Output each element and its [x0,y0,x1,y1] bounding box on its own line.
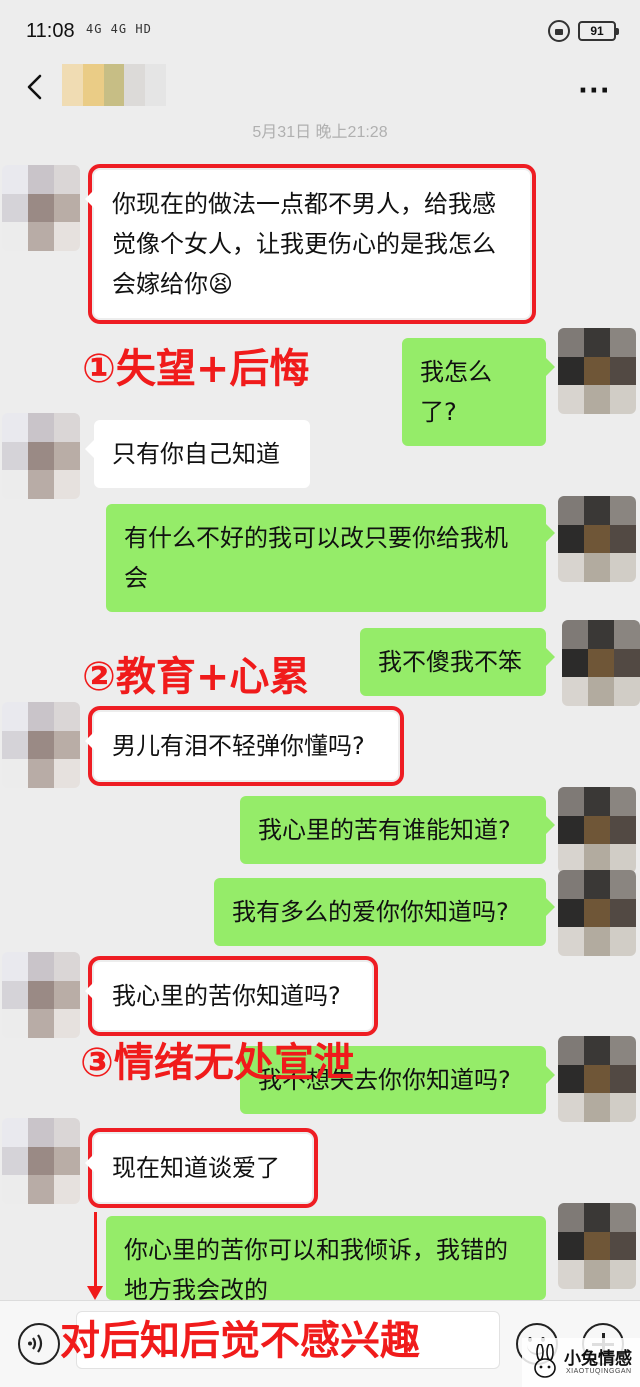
message-bubble-sent[interactable]: 我心里的苦有谁能知道? [240,796,555,864]
status-bar: 11:08 4G 4G HD 91 [0,0,640,64]
message-bubble-received[interactable]: 你现在的做法一点都不男人，给我感觉像个女人，让我更伤心的是我怎么会嫁给你😫 [85,164,536,324]
avatar[interactable] [558,1036,636,1122]
battery-icon: 91 [578,21,619,41]
avatar[interactable] [558,1203,636,1289]
annotation-label: ②教育+心累 [82,654,310,700]
watermark-title: 小兔情感 [564,1349,632,1369]
message-bubble-received[interactable]: 只有你自己知道 [85,420,310,488]
watermark-logo: 小兔情感 XIAOTUQINGGAN [522,1338,640,1387]
voice-wave-icon [28,1334,43,1353]
rabbit-logo-icon [534,1344,556,1378]
avatar[interactable] [2,413,80,499]
status-time: 11:08 [26,20,75,42]
annotation-arrow [94,1212,97,1290]
chat-header: ··· [0,64,640,120]
avatar[interactable] [2,165,80,251]
back-chevron-icon[interactable] [22,72,52,102]
message-timestamp: 5月31日 晚上21:28 [252,124,388,141]
message-bubble-sent[interactable]: 我有多么的爱你你知道吗? [214,878,555,946]
annotation-label: ①失望+后悔 [82,346,310,392]
message-bubble-received[interactable]: 我心里的苦你知道吗? [85,956,378,1036]
message-bubble-sent[interactable]: 我不傻我不笨 [360,628,555,696]
avatar[interactable] [558,787,636,873]
message-bubble-received[interactable]: 现在知道谈爱了 [85,1128,318,1208]
message-bubble-sent[interactable]: 有什么不好的我可以改只要你给我机会 [106,504,555,612]
rotation-lock-icon [548,20,570,42]
avatar[interactable] [558,496,636,582]
avatar[interactable] [2,952,80,1038]
avatar[interactable] [562,620,640,706]
watermark-subtitle: XIAOTUQINGGAN [566,1368,632,1375]
message-bubble-sent[interactable]: 我怎么了? [402,338,555,446]
avatar[interactable] [2,702,80,788]
avatar[interactable] [2,1118,80,1204]
more-dots-icon[interactable]: ··· [578,76,611,106]
annotation-arrow-head [87,1286,103,1300]
message-bubble-received[interactable]: 男儿有泪不轻弹你懂吗? [85,706,404,786]
avatar[interactable] [558,328,636,414]
voice-icon[interactable] [18,1323,60,1365]
message-bubble-sent[interactable]: 你心里的苦你可以和我倾诉，我错的地方我会改的 [106,1216,546,1300]
network-label: 4G 4G HD [86,22,152,36]
annotation-label: ③情绪无处宣泄 [80,1040,354,1086]
annotation-label: 对后知后觉不感兴趣 [60,1318,420,1364]
network-indicator: 4G 4G HD [86,22,152,36]
contact-name-blurred[interactable] [62,64,166,106]
avatar[interactable] [558,870,636,956]
